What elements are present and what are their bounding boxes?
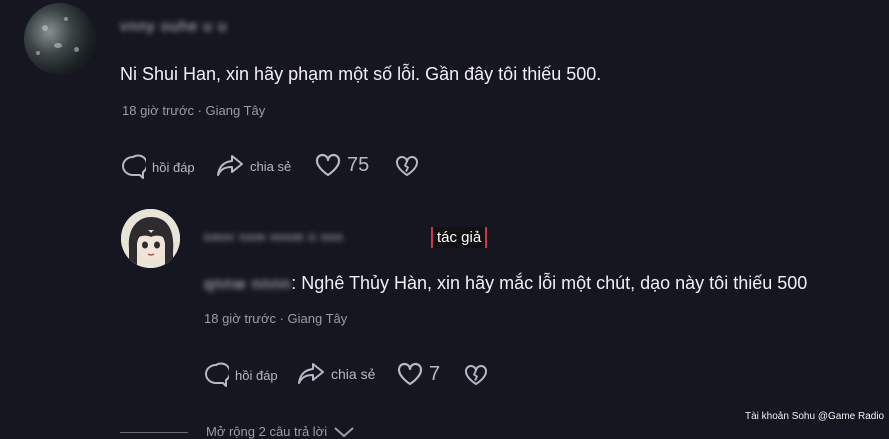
share-label: chia sẻ (250, 158, 292, 174)
broken-heart-icon (395, 155, 419, 177)
comment-text: Ni Shui Han, xin hãy phạm một số lỗi. Gầ… (120, 64, 602, 84)
comment-meta: 18 giờ trước · Giang Tây (122, 103, 266, 118)
share-button[interactable]: chia sẻ (216, 153, 291, 179)
comment-bubble-icon (120, 154, 146, 180)
comment-bubble-icon (203, 362, 229, 388)
reply-dislike-button[interactable] (464, 364, 488, 386)
reply-share-button[interactable]: chia sẻ (297, 361, 375, 387)
reply-body: : Nghê Thủy Hàn, xin hãy mắc lỗi một chú… (291, 273, 808, 293)
share-label: chia sẻ (331, 366, 376, 382)
reply-label: hồi đáp (152, 159, 195, 175)
reply-mention[interactable]: qnnw nnnn (204, 276, 291, 293)
broken-heart-icon (464, 364, 488, 386)
watermark: Tài khoản Sohu @Game Radio (745, 411, 885, 422)
reply-text: qnnw nnnn: Nghê Thủy Hàn, xin hãy mắc lỗ… (204, 273, 807, 294)
like-count: 75 (347, 153, 370, 176)
dislike-button[interactable] (395, 155, 419, 177)
heart-icon (397, 362, 423, 386)
expand-replies-button[interactable]: Mở rộng 2 câu trả lời (206, 424, 355, 439)
author-badge: tác giả (431, 227, 488, 248)
share-icon (297, 361, 325, 387)
author-avatar[interactable] (121, 209, 180, 268)
like-count: 7 (429, 362, 441, 385)
share-icon (216, 153, 244, 179)
reply-meta: 18 giờ trước · Giang Tây (204, 311, 348, 326)
avatar[interactable] (24, 3, 96, 75)
reply-reply-button[interactable]: hồi đáp (203, 362, 278, 388)
author-username[interactable]: nmnr nnm nnnm n nnn (204, 230, 344, 244)
divider (120, 432, 188, 433)
expand-label: Mở rộng 2 câu trả lời (206, 424, 328, 439)
reply-like-button[interactable]: 7 (397, 362, 440, 386)
like-button[interactable]: 75 (315, 153, 369, 177)
reply-button[interactable]: hồi đáp (120, 154, 195, 180)
heart-icon (315, 153, 341, 177)
username[interactable]: vnny ouhe u u (120, 18, 227, 35)
reply-label: hồi đáp (235, 367, 278, 383)
chevron-down-icon (333, 425, 355, 439)
